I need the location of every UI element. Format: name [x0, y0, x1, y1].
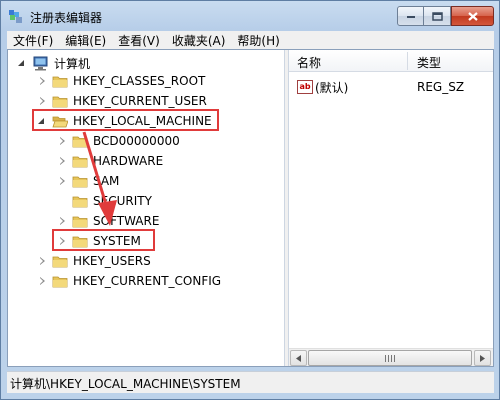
regedit-app-icon: [9, 10, 22, 23]
menu-favorites[interactable]: 收藏夹(A): [166, 31, 232, 49]
value-name: (默认): [315, 80, 349, 95]
menu-file[interactable]: 文件(F): [7, 31, 59, 49]
string-value-icon: ab: [297, 80, 313, 94]
minimize-button[interactable]: [397, 6, 424, 26]
menu-help[interactable]: 帮助(H): [231, 31, 285, 49]
value-type: REG_SZ: [417, 80, 465, 94]
window-title: 注册表编辑器: [30, 11, 103, 25]
maximize-icon: [431, 11, 443, 21]
status-path: 计算机\HKEY_LOCAL_MACHINE\SYSTEM: [10, 377, 241, 391]
maximize-button[interactable]: [424, 6, 451, 26]
menu-edit[interactable]: 编辑(E): [59, 31, 112, 49]
menu-bar: 文件(F) 编辑(E) 查看(V) 收藏夹(A) 帮助(H): [7, 31, 494, 49]
grip-icon: [385, 355, 395, 362]
close-button[interactable]: [451, 6, 494, 26]
status-bar: 计算机\HKEY_LOCAL_MACHINE\SYSTEM: [7, 371, 494, 393]
close-icon: [467, 11, 478, 21]
scroll-right-button[interactable]: [474, 350, 491, 366]
values-list: 名称 类型 ab (默认) REG_SZ: [289, 50, 493, 366]
chevron-right-icon: [479, 354, 485, 362]
annotation-arrow-icon: [82, 131, 117, 226]
scroll-left-button[interactable]: [290, 350, 307, 366]
list-header: 名称 类型: [289, 50, 493, 72]
regedit-window: 注册表编辑器 文件(F) 编辑(E) 查看(V) 收藏夹(A) 帮助(H) 计算…: [0, 0, 500, 400]
content-area: 计算机 HKEY_CLASSES_ROOT HKEY_CURRENT_USER: [7, 49, 494, 367]
minimize-icon: [406, 16, 415, 18]
menu-view[interactable]: 查看(V): [112, 31, 166, 49]
column-header-type[interactable]: 类型: [417, 54, 441, 71]
horizontal-scrollbar[interactable]: [289, 348, 493, 366]
column-divider[interactable]: [407, 52, 408, 70]
chevron-left-icon: [295, 354, 301, 362]
registry-tree: 计算机 HKEY_CLASSES_ROOT HKEY_CURRENT_USER: [8, 50, 284, 366]
column-header-name[interactable]: 名称: [297, 54, 321, 71]
title-bar[interactable]: 注册表编辑器: [1, 1, 499, 31]
scrollbar-thumb[interactable]: [308, 350, 472, 366]
